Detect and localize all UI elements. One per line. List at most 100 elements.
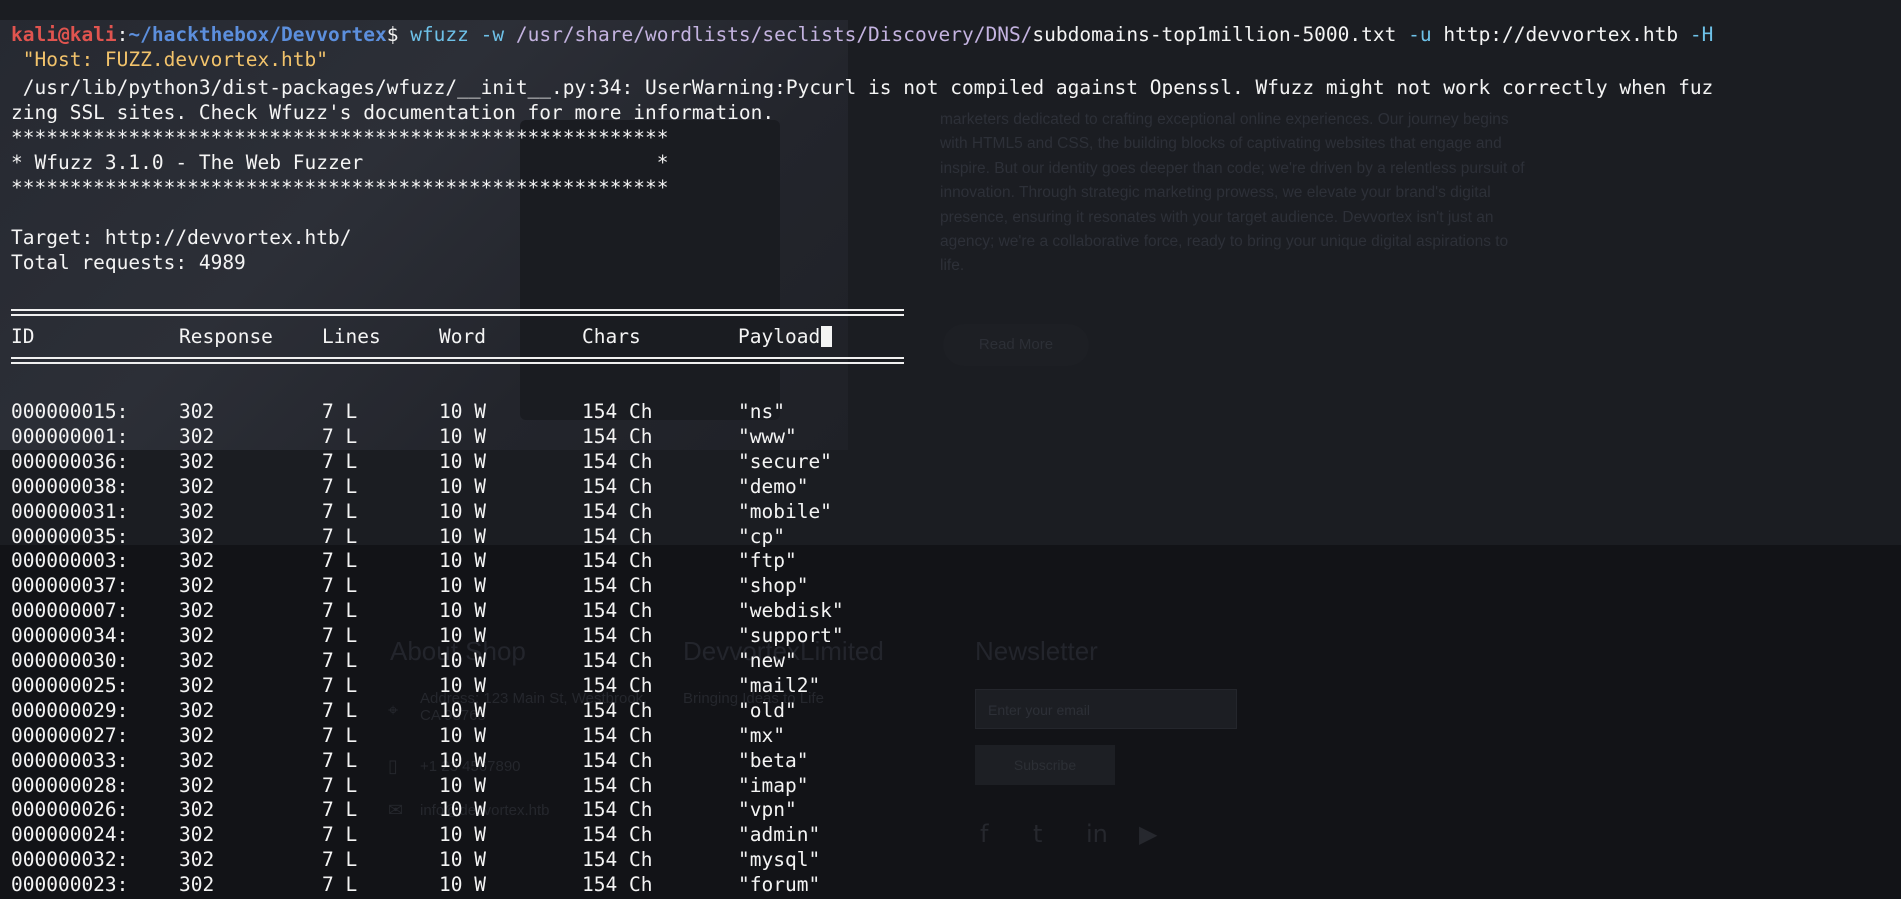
cell-payload: "mx": [738, 723, 785, 747]
cell-payload: "mobile": [738, 499, 832, 523]
table-rule-bottom-2: [11, 362, 904, 364]
cell-payload: "admin": [738, 823, 821, 847]
banner-border-bottom: ****************************************…: [11, 176, 669, 199]
cell-chars: 154 Ch: [582, 798, 653, 822]
cell-lines: 7 L: [322, 449, 358, 473]
cell-payload: "ns": [738, 400, 785, 423]
cell-chars: 154 Ch: [582, 474, 653, 498]
cell-word: 10 W: [439, 798, 486, 822]
cell-chars: 154 Ch: [582, 773, 653, 797]
cell-id: 000000003:: [11, 549, 129, 573]
cell-lines: 7 L: [322, 524, 358, 548]
cell-payload: "demo": [738, 474, 809, 498]
cell-lines: 7 L: [322, 624, 358, 648]
cell-response: 302: [179, 624, 215, 648]
cell-payload: "mail2": [738, 673, 821, 697]
cell-word: 10 W: [439, 698, 486, 722]
cell-chars: 154 Ch: [582, 649, 653, 672]
cell-payload: "shop": [738, 574, 809, 598]
cell-id: 000000032:: [11, 848, 129, 872]
cell-chars: 154 Ch: [582, 873, 653, 897]
cell-word: 10 W: [439, 723, 486, 747]
cell-response: 302: [179, 673, 215, 697]
cell-word: 10 W: [439, 649, 486, 672]
prompt-symbol: $: [386, 23, 411, 46]
cell-payload: "vpn": [738, 798, 797, 822]
cell-chars: 154 Ch: [582, 424, 653, 448]
cell-response: 302: [179, 499, 215, 523]
cell-payload: "webdisk": [738, 599, 844, 623]
cell-payload: "secure": [738, 449, 832, 473]
cell-word: 10 W: [439, 499, 486, 523]
prompt-separator: :: [116, 23, 129, 46]
cell-response: 302: [179, 549, 215, 573]
cell-lines: 7 L: [322, 773, 358, 797]
cell-response: 302: [179, 649, 215, 672]
command-wordlist-file: subdomains-top1million-5000.txt: [1032, 23, 1397, 46]
cell-word: 10 W: [439, 449, 486, 473]
cell-id: 000000030:: [11, 649, 129, 672]
cell-word: 10 W: [439, 574, 486, 598]
cell-id: 000000015:: [11, 400, 129, 423]
cell-id: 000000037:: [11, 574, 129, 598]
cell-chars: 154 Ch: [582, 624, 653, 648]
cell-response: 302: [179, 698, 215, 722]
column-header-word: Word: [439, 325, 486, 348]
cell-chars: 154 Ch: [582, 549, 653, 573]
cell-word: 10 W: [439, 624, 486, 648]
cell-chars: 154 Ch: [582, 574, 653, 598]
cell-response: 302: [179, 449, 215, 473]
cell-lines: 7 L: [322, 599, 358, 623]
total-requests-line: Total requests: 4989: [11, 251, 246, 274]
cell-chars: 154 Ch: [582, 848, 653, 872]
column-header-chars: Chars: [582, 325, 641, 348]
cell-word: 10 W: [439, 773, 486, 797]
cell-payload: "forum": [738, 873, 821, 897]
cell-response: 302: [179, 524, 215, 548]
cell-word: 10 W: [439, 599, 486, 623]
cell-word: 10 W: [439, 748, 486, 772]
column-header-lines: Lines: [322, 325, 381, 348]
cell-chars: 154 Ch: [582, 823, 653, 847]
column-header-response: Response: [179, 325, 273, 348]
cell-lines: 7 L: [322, 748, 358, 772]
terminal-window[interactable]: kali@kali:~/hackthebox/Devvortex$ wfuzz …: [0, 0, 1901, 899]
cell-id: 000000031:: [11, 499, 129, 523]
cell-lines: 7 L: [322, 649, 358, 672]
warning-line-1: /usr/lib/python3/dist-packages/wfuzz/__i…: [11, 76, 1714, 99]
cell-lines: 7 L: [322, 873, 358, 897]
cell-word: 10 W: [439, 823, 486, 847]
cell-lines: 7 L: [322, 549, 358, 573]
cell-payload: "support": [738, 624, 844, 648]
column-header-payload: Payload: [738, 324, 833, 349]
cell-response: 302: [179, 798, 215, 822]
cell-chars: 154 Ch: [582, 748, 653, 772]
cell-id: 000000036:: [11, 449, 129, 473]
terminal-cursor: [821, 326, 833, 347]
cell-lines: 7 L: [322, 499, 358, 523]
cell-id: 000000033:: [11, 748, 129, 772]
cell-id: 000000026:: [11, 798, 129, 822]
cell-chars: 154 Ch: [582, 524, 653, 548]
command-header-value: "Host: FUZZ.devvortex.htb": [11, 48, 328, 71]
command-wordlist-dir: /usr/share/wordlists/seclists/Discovery/…: [515, 23, 1033, 46]
cell-lines: 7 L: [322, 574, 358, 598]
cell-payload: "new": [738, 649, 797, 672]
cell-payload: "beta": [738, 748, 809, 772]
cell-id: 000000001:: [11, 424, 129, 448]
cell-word: 10 W: [439, 873, 486, 897]
cell-response: 302: [179, 723, 215, 747]
cell-word: 10 W: [439, 524, 486, 548]
cell-word: 10 W: [439, 424, 486, 448]
cell-id: 000000027:: [11, 723, 129, 747]
cell-chars: 154 Ch: [582, 599, 653, 623]
cell-lines: 7 L: [322, 723, 358, 747]
cell-lines: 7 L: [322, 673, 358, 697]
cell-response: 302: [179, 474, 215, 498]
warning-line-2: zing SSL sites. Check Wfuzz's documentat…: [11, 101, 775, 124]
command-flag-H: -H: [1678, 23, 1714, 46]
cell-chars: 154 Ch: [582, 673, 653, 697]
cell-payload: "old": [738, 698, 797, 722]
cell-lines: 7 L: [322, 848, 358, 872]
cell-id: 000000034:: [11, 624, 129, 648]
